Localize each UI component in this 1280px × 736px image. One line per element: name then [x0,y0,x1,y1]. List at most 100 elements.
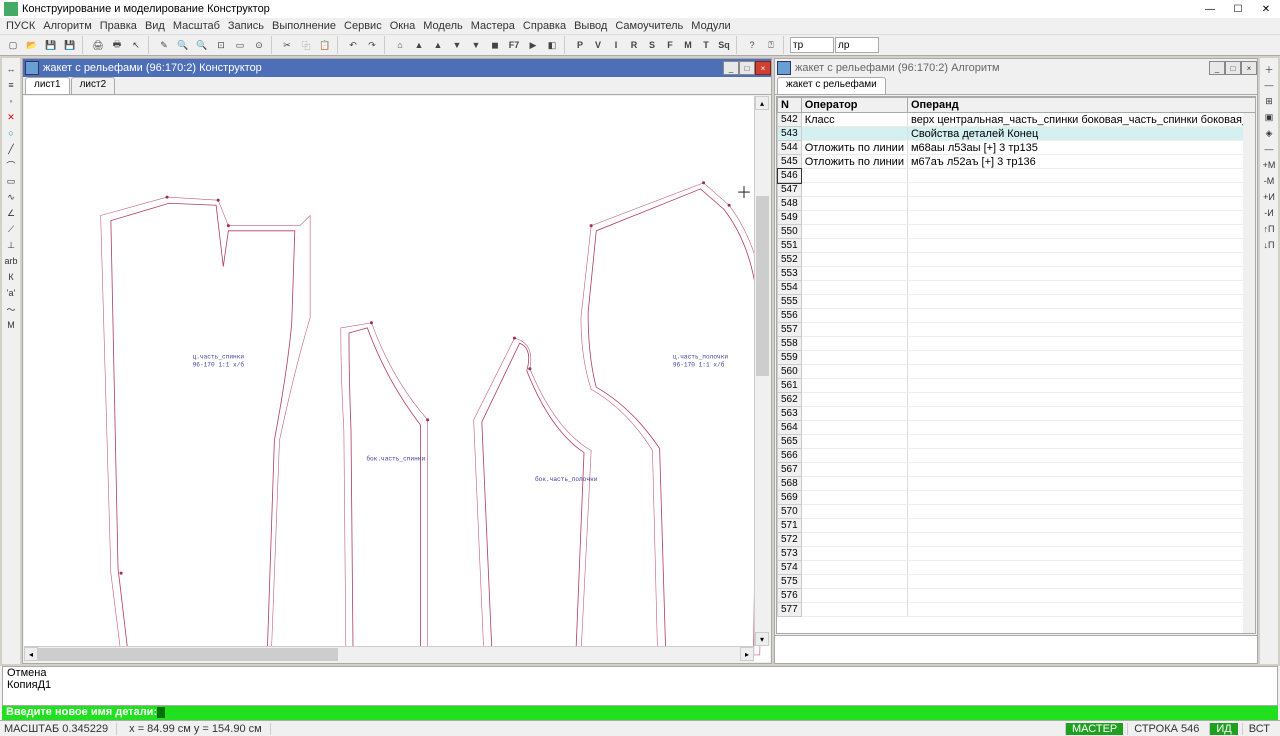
table-row[interactable]: 556 [778,309,1257,323]
pi-down-icon[interactable]: ↓П [1262,238,1276,252]
f7-button[interactable]: F7 [505,36,523,54]
toolbar-letter-button[interactable]: V [589,36,607,54]
menu-item[interactable]: Запись [228,20,264,32]
exec-icon[interactable]: ▶ [524,36,542,54]
m-minus-icon[interactable]: -М [1262,174,1276,188]
table-row[interactable]: 544Отложить по линиим68аы л53аы [+] 3 тр… [778,141,1257,155]
table-row[interactable]: 572 [778,533,1257,547]
table-row[interactable]: 576 [778,589,1257,603]
table-row[interactable]: 575 [778,575,1257,589]
table-row[interactable]: 554 [778,281,1257,295]
list-icon[interactable]: ≡ [4,78,18,92]
pane-close-icon[interactable]: × [755,61,771,75]
constructor-titlebar[interactable]: жакет с рельефами (96:170:2) Конструктор… [23,59,771,77]
table-row[interactable]: 555 [778,295,1257,309]
nav-up-icon[interactable]: ⌂ [391,36,409,54]
add-icon[interactable]: ＋ [1262,62,1276,76]
arb-icon[interactable]: arb [4,254,18,268]
col-header-operator[interactable]: Оператор [801,98,907,113]
table-row[interactable]: 542Классверх центральная_часть_спинки бо… [778,113,1257,127]
nav-next-icon[interactable]: ▼ [448,36,466,54]
line-icon[interactable]: ╱ [4,142,18,156]
curve-icon[interactable]: ∿ [4,190,18,204]
toolbar-letter-button[interactable]: M [679,36,697,54]
table-row[interactable]: 545Отложить по линиим67аъ л52аъ [+] 3 тр… [778,155,1257,169]
scroll-thumb-v[interactable] [756,196,769,376]
algorithm-titlebar[interactable]: жакет с рельефами (96:170:2) Алгоритм _ … [775,59,1257,77]
menu-item[interactable]: Мастера [471,20,515,32]
table-row[interactable]: 549 [778,211,1257,225]
scroll-right-icon[interactable]: ▸ [740,647,754,661]
menu-item[interactable]: ПУСК [6,20,35,32]
pane-max-icon[interactable]: □ [1225,61,1241,75]
table-row[interactable]: 564 [778,421,1257,435]
move-icon[interactable]: ↔ [4,62,18,76]
table-row[interactable]: 562 [778,393,1257,407]
menu-item[interactable]: Вывод [574,20,607,32]
table-row[interactable]: 561 [778,379,1257,393]
print-preview-icon[interactable]: 🖶 [108,36,126,54]
table-row[interactable]: 569 [778,491,1257,505]
menu-item[interactable]: Алгоритм [43,20,92,32]
table-row[interactable]: 563 [778,407,1257,421]
table-row[interactable]: 565 [778,435,1257,449]
paste-icon[interactable]: 📋 [316,36,334,54]
table-row[interactable]: 547 [778,183,1257,197]
menu-item[interactable]: Вид [145,20,165,32]
menu-item[interactable]: Сервис [344,20,382,32]
angle-icon[interactable]: ∠ [4,206,18,220]
help-icon[interactable]: ? [743,36,761,54]
menu-item[interactable]: Модель [423,20,462,32]
alg-tab[interactable]: жакет с рельефами [777,77,886,94]
save-alt-icon[interactable]: 💾 [61,36,79,54]
print-icon[interactable]: 🖨 [89,36,107,54]
scroll-up-icon[interactable]: ▴ [755,96,769,110]
k-tool[interactable]: К [4,270,18,284]
table-row[interactable]: 557 [778,323,1257,337]
pane-max-icon[interactable]: □ [739,61,755,75]
scroll-left-icon[interactable]: ◂ [24,647,38,661]
table-row[interactable]: 567 [778,463,1257,477]
horizontal-scrollbar[interactable]: ◂ ▸ [24,646,754,662]
command-prompt[interactable]: Введите новое имя детали: [2,706,1278,720]
toolbar-letter-button[interactable]: T [697,36,715,54]
bookmark-icon[interactable]: ▣ [1262,110,1276,124]
maximize-button[interactable]: ☐ [1224,0,1252,18]
pane-min-icon[interactable]: _ [723,61,739,75]
pin-icon[interactable]: ◦ [4,94,18,108]
table-row[interactable]: 571 [778,519,1257,533]
table-row[interactable]: 550 [778,225,1257,239]
module-icon[interactable]: ◧ [543,36,561,54]
table-scrollbar[interactable] [1243,113,1255,633]
toolbar-letter-button[interactable]: R [625,36,643,54]
toolbar-letter-button[interactable]: F [661,36,679,54]
table-row[interactable]: 566 [778,449,1257,463]
toolbar-input-a[interactable] [790,37,834,53]
zoom-out-icon[interactable]: 🔍 [174,36,192,54]
menu-item[interactable]: Выполнение [272,20,336,32]
nav-first-icon[interactable]: ▲ [410,36,428,54]
n-minus-icon[interactable]: -И [1262,206,1276,220]
menu-item[interactable]: Правка [100,20,137,32]
close-button[interactable]: ✕ [1252,0,1280,18]
circle-icon[interactable]: ○ [4,126,18,140]
col-header-n[interactable]: N [778,98,802,113]
table-row[interactable]: 573 [778,547,1257,561]
context-help-icon[interactable]: ⍰ [762,36,780,54]
delete-icon[interactable]: ✕ [4,110,18,124]
m-plus-icon[interactable]: +М [1262,158,1276,172]
table-row[interactable]: 570 [778,505,1257,519]
zoom-window-icon[interactable]: ▭ [231,36,249,54]
perp-icon[interactable]: ⊥ [4,238,18,252]
table-row[interactable]: 553 [778,267,1257,281]
table-row[interactable]: 574 [778,561,1257,575]
menu-item[interactable]: Справка [523,20,566,32]
toolbar-input-b[interactable] [835,37,879,53]
pi-up-icon[interactable]: ↑П [1262,222,1276,236]
nav-end-icon[interactable]: ◼ [486,36,504,54]
measure-icon[interactable]: М [4,318,18,332]
zoom-in-icon[interactable]: 🔍 [193,36,211,54]
table-row[interactable]: 552 [778,253,1257,267]
toolbar-letter-button[interactable]: I [607,36,625,54]
grid-icon[interactable]: ⊞ [1262,94,1276,108]
